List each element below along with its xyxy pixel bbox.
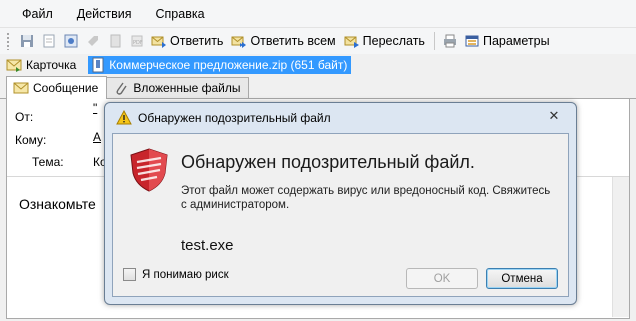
menu-help[interactable]: Справка — [144, 0, 217, 28]
dialog-heading: Обнаружен подозрительный файл. — [181, 152, 475, 172]
subject-label: Тема: — [32, 155, 64, 169]
message-tabs: Сообщение Вложенные файлы — [0, 76, 636, 99]
paperclip-icon — [113, 80, 129, 96]
settings-icon — [464, 33, 480, 49]
card-button[interactable]: Карточка — [6, 57, 76, 73]
reply-all-button[interactable]: Ответить всем — [228, 30, 338, 52]
dialog-message: Этот файл может содержать вирус или вред… — [181, 185, 551, 211]
cancel-button[interactable]: Отмена — [486, 268, 558, 289]
dialog-title: Обнаружен подозрительный файл — [138, 110, 331, 125]
tab-message[interactable]: Сообщение — [6, 76, 108, 99]
reply-all-label: Ответить всем — [250, 34, 336, 48]
svg-text:PDF: PDF — [133, 40, 143, 46]
reply-button[interactable]: Ответить — [148, 30, 226, 52]
tab-message-label: Сообщение — [33, 81, 99, 95]
envelope-icon — [6, 57, 22, 73]
close-icon: ✕ — [548, 108, 560, 123]
save-icon[interactable] — [19, 33, 35, 49]
forward-label: Переслать — [362, 34, 425, 48]
properties-icon[interactable] — [63, 33, 79, 49]
suspicious-file-dialog: Обнаружен подозрительный файл ✕ Обнаруже… — [104, 102, 577, 305]
print-preview-icon[interactable] — [41, 33, 57, 49]
suspicious-filename: test.exe — [181, 237, 234, 254]
shield-icon — [129, 148, 169, 192]
attachments-bar: Карточка Коммерческое предложение.zip (6… — [0, 54, 636, 76]
dialog-content: Обнаружен подозрительный файл. Этот файл… — [112, 133, 569, 297]
document-icon — [107, 33, 123, 49]
toolbar-separator — [433, 32, 435, 50]
reply-icon — [151, 33, 167, 49]
card-label: Карточка — [26, 58, 77, 72]
menu-bar: Файл Действия Справка — [0, 0, 636, 28]
toolbar-grip[interactable] — [6, 32, 10, 50]
vertical-scrollbar[interactable] — [612, 177, 629, 317]
settings-label: Параметры — [482, 34, 550, 48]
attachment-filename: Коммерческое предложение.zip (651 байт) — [109, 58, 348, 72]
warning-icon — [116, 109, 132, 126]
to-value[interactable]: А — [93, 130, 101, 144]
tab-attached-files[interactable]: Вложенные файлы — [106, 77, 250, 98]
menu-actions[interactable]: Действия — [65, 0, 144, 28]
forward-icon — [344, 33, 360, 49]
print-icon[interactable] — [442, 33, 458, 49]
checkbox-box[interactable] — [123, 268, 136, 281]
settings-button[interactable]: Параметры — [461, 30, 553, 52]
checkbox-label: Я понимаю риск — [142, 268, 229, 281]
message-body: Ознакомьте — [19, 196, 96, 212]
reply-label: Ответить — [170, 34, 224, 48]
tag-icon — [85, 33, 101, 49]
to-label: Кому: — [15, 133, 47, 147]
ok-button[interactable]: OK — [406, 268, 478, 289]
understand-risk-checkbox[interactable]: Я понимаю риск — [123, 268, 229, 281]
reply-all-icon — [231, 33, 247, 49]
from-label: От: — [15, 110, 34, 124]
menu-file[interactable]: Файл — [8, 0, 65, 28]
toolbar: PDF Ответить Ответить всем Переслать Пар… — [0, 28, 636, 54]
forward-button[interactable]: Переслать — [341, 30, 428, 52]
dialog-titlebar: Обнаружен подозрительный файл — [105, 103, 576, 132]
archive-file-icon — [90, 57, 106, 73]
tab-attached-files-label: Вложенные файлы — [133, 81, 241, 95]
close-button[interactable]: ✕ — [540, 107, 568, 125]
envelope-icon — [13, 80, 29, 96]
from-value[interactable]: " — [93, 101, 97, 115]
attachment-item[interactable]: Коммерческое предложение.zip (651 байт) — [88, 56, 352, 74]
pdf-icon: PDF — [129, 33, 145, 49]
